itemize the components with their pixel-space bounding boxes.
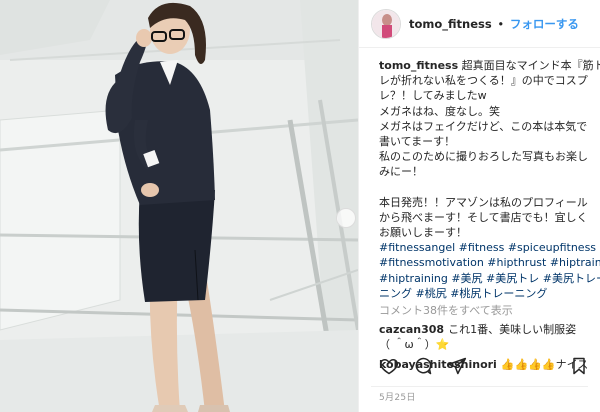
bookmark-icon[interactable] xyxy=(569,356,589,376)
profile-photo-icon xyxy=(372,9,400,38)
caption-line: 書いてまーす！ xyxy=(379,135,456,149)
caption-username[interactable]: tomo_fitness xyxy=(379,59,458,72)
post-photo xyxy=(0,0,358,412)
heart-icon[interactable] xyxy=(379,356,399,376)
share-icon[interactable] xyxy=(447,356,467,376)
post-date[interactable]: 5月25日 xyxy=(379,390,416,403)
post-header: tomo_fitness • フォローする xyxy=(359,0,600,48)
post-username[interactable]: tomo_fitness xyxy=(409,17,492,31)
header-separator: • xyxy=(497,16,505,31)
divider xyxy=(371,386,588,387)
hashtag-line[interactable]: #fitnessmotivation #hipthrust #hiptraing xyxy=(379,255,600,270)
comment-icon[interactable] xyxy=(413,356,433,376)
caption: tomo_fitness 超真面目なマインド本『筋ト レが折れない私をつくる！』… xyxy=(379,58,600,301)
view-all-comments-link[interactable]: コメント38件をすべて表示 xyxy=(379,303,588,318)
hashtag-line[interactable]: #fitnessangel #fitness #spiceupfitness xyxy=(379,240,596,255)
comment-text: （ ＾ω＾）⭐ xyxy=(379,338,450,352)
caption-line: みにー！ xyxy=(379,165,423,179)
caption-line: メガネはフェイクだけど、この本は本気で xyxy=(379,119,588,133)
follow-button[interactable]: フォローする xyxy=(510,17,579,31)
avatar[interactable] xyxy=(371,8,401,39)
hashtag-line[interactable]: ニング #桃尻 #桃尻トレーニング xyxy=(379,286,588,301)
caption-line: 私のこのために撮りおろした写真もお楽し xyxy=(379,150,588,164)
comment-username[interactable]: cazcan308 xyxy=(379,323,444,336)
action-bar xyxy=(379,356,589,376)
caption-line: お願いしまーす！ xyxy=(379,226,467,240)
header-text: tomo_fitness • フォローする xyxy=(409,16,579,32)
comments-area: tomo_fitness 超真面目なマインド本『筋ト レが折れない私をつくる！』… xyxy=(359,48,600,372)
post-side-panel: tomo_fitness • フォローする tomo_fitness 超真面目な… xyxy=(358,0,600,412)
carousel-next-button[interactable] xyxy=(336,208,356,228)
caption-line: から飛べまーす！そして書店でも！宜しく xyxy=(379,210,588,224)
caption-line: tomo_fitness 超真面目なマインド本『筋ト xyxy=(379,59,600,72)
caption-line: 本日発売！！アマゾンは私のプロフィール xyxy=(379,195,588,209)
hashtag-line[interactable]: #hiptraining #美尻 #美尻トレ #美尻トレー xyxy=(379,271,600,286)
caption-line: レ？！してみましたw xyxy=(379,89,487,103)
caption-line: レが折れない私をつくる！』の中でコスプ xyxy=(379,74,588,88)
comment-text: これ1番、美味しい制服姿 xyxy=(448,323,577,337)
caption-gap xyxy=(379,180,588,195)
comment-item: cazcan308 これ1番、美味しい制服姿 （ ＾ω＾）⭐ xyxy=(379,322,588,352)
caption-line: メガネはね、度なし。笑 xyxy=(379,104,500,118)
post-image xyxy=(0,0,358,412)
